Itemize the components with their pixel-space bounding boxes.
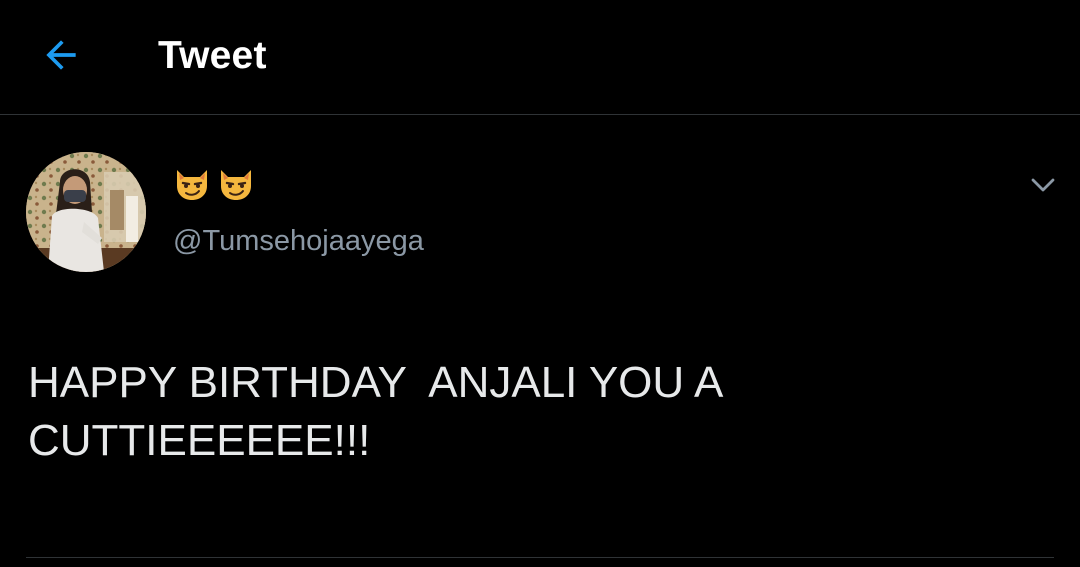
more-options-button[interactable] <box>1022 164 1064 206</box>
arrow-left-icon <box>46 40 76 70</box>
avatar[interactable] <box>26 152 146 272</box>
page-title: Tweet <box>158 34 267 77</box>
smirking-cat-face-icon <box>177 170 207 200</box>
divider <box>26 557 1054 558</box>
tweet-text: HAPPY BIRTHDAY ANJALI YOU A CUTTIEEEEEE!… <box>28 358 734 465</box>
profile-photo <box>26 152 146 272</box>
top-bar: Tweet <box>0 0 1080 115</box>
author-handle[interactable]: @Tumsehojaayega <box>173 222 424 260</box>
back-button[interactable] <box>36 30 86 80</box>
author-display-name[interactable] <box>172 162 256 208</box>
smirking-cat-face-icon <box>221 170 251 200</box>
chevron-down-icon <box>1031 178 1055 192</box>
